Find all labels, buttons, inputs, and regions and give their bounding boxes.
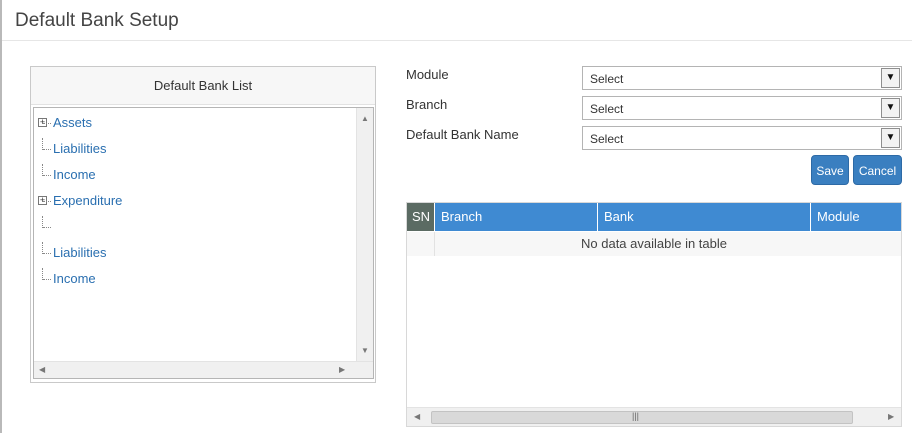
- empty-table-message: No data available in table: [581, 236, 727, 251]
- branch-select[interactable]: Select ▼: [582, 96, 902, 120]
- chevron-down-icon[interactable]: ▼: [881, 68, 900, 88]
- tree-item-label[interactable]: Income: [53, 167, 96, 182]
- module-select-value: Select: [590, 72, 624, 86]
- window-left-border: [0, 0, 2, 433]
- tree-panel-header: Default Bank List: [31, 67, 375, 105]
- default-bank-table: SN Branch Bank Module No data available …: [406, 202, 902, 427]
- default-bank-name-select[interactable]: Select ▼: [582, 126, 902, 150]
- scroll-down-icon[interactable]: ▼: [361, 346, 369, 355]
- tree-item-label[interactable]: Liabilities: [53, 245, 106, 260]
- bank-select-value: Select: [590, 132, 624, 146]
- chevron-down-icon[interactable]: ▼: [881, 98, 900, 118]
- scroll-up-icon[interactable]: ▲: [361, 114, 369, 123]
- scroll-left-icon[interactable]: ◀: [414, 412, 420, 421]
- tree-item-label[interactable]: Assets: [53, 115, 92, 130]
- tree-item-assets[interactable]: + Assets: [38, 112, 122, 138]
- tree-item-label[interactable]: Liabilities: [53, 141, 106, 156]
- branch-label: Branch: [406, 97, 448, 112]
- tree-item-expenditure[interactable]: + Expenditure: [38, 190, 122, 216]
- module-label: Module: [406, 67, 449, 82]
- page-title: Default Bank Setup: [15, 10, 179, 31]
- chevron-down-icon[interactable]: ▼: [881, 128, 900, 148]
- tree-list: + Assets Liabilities Income + Expenditur…: [38, 112, 122, 294]
- title-divider: [2, 40, 912, 41]
- save-button[interactable]: Save: [811, 155, 849, 185]
- scrollbar-thumb[interactable]: |||: [431, 411, 853, 424]
- tree-item-liabilities[interactable]: Liabilities: [40, 138, 122, 164]
- tree-item-income[interactable]: Income: [40, 164, 122, 190]
- table-horizontal-scrollbar[interactable]: ◀ ||| ▶: [407, 407, 901, 426]
- scroll-right-icon[interactable]: ▶: [888, 412, 894, 421]
- table-empty-row: No data available in table: [407, 232, 901, 256]
- scroll-left-icon[interactable]: ◀: [39, 365, 45, 374]
- grip-icon: |||: [632, 411, 640, 421]
- column-header-branch[interactable]: Branch: [435, 203, 598, 231]
- column-header-sn[interactable]: SN: [407, 203, 435, 231]
- module-select[interactable]: Select ▼: [582, 66, 902, 90]
- tree-item-income-2[interactable]: Income: [40, 268, 122, 294]
- tree-item-liabilities-2[interactable]: Liabilities: [40, 242, 122, 268]
- table-header: SN Branch Bank Module: [407, 203, 901, 231]
- tree-scroll-area[interactable]: + Assets Liabilities Income + Expenditur…: [33, 107, 374, 379]
- tree-horizontal-scrollbar[interactable]: ◀ ▶: [34, 361, 373, 378]
- tree-vertical-scrollbar[interactable]: ▲ ▼: [356, 108, 373, 361]
- branch-select-value: Select: [590, 102, 624, 116]
- column-header-module[interactable]: Module: [811, 203, 901, 231]
- column-header-bank[interactable]: Bank: [598, 203, 811, 231]
- tree-item-blank[interactable]: [40, 216, 122, 242]
- cancel-button[interactable]: Cancel: [853, 155, 902, 185]
- default-bank-list-panel: Default Bank List + Assets Liabilities I…: [30, 66, 376, 383]
- tree-item-label[interactable]: Income: [53, 271, 96, 286]
- scroll-right-icon[interactable]: ▶: [339, 365, 345, 374]
- tree-item-label[interactable]: Expenditure: [53, 193, 122, 208]
- default-bank-name-label: Default Bank Name: [406, 127, 519, 142]
